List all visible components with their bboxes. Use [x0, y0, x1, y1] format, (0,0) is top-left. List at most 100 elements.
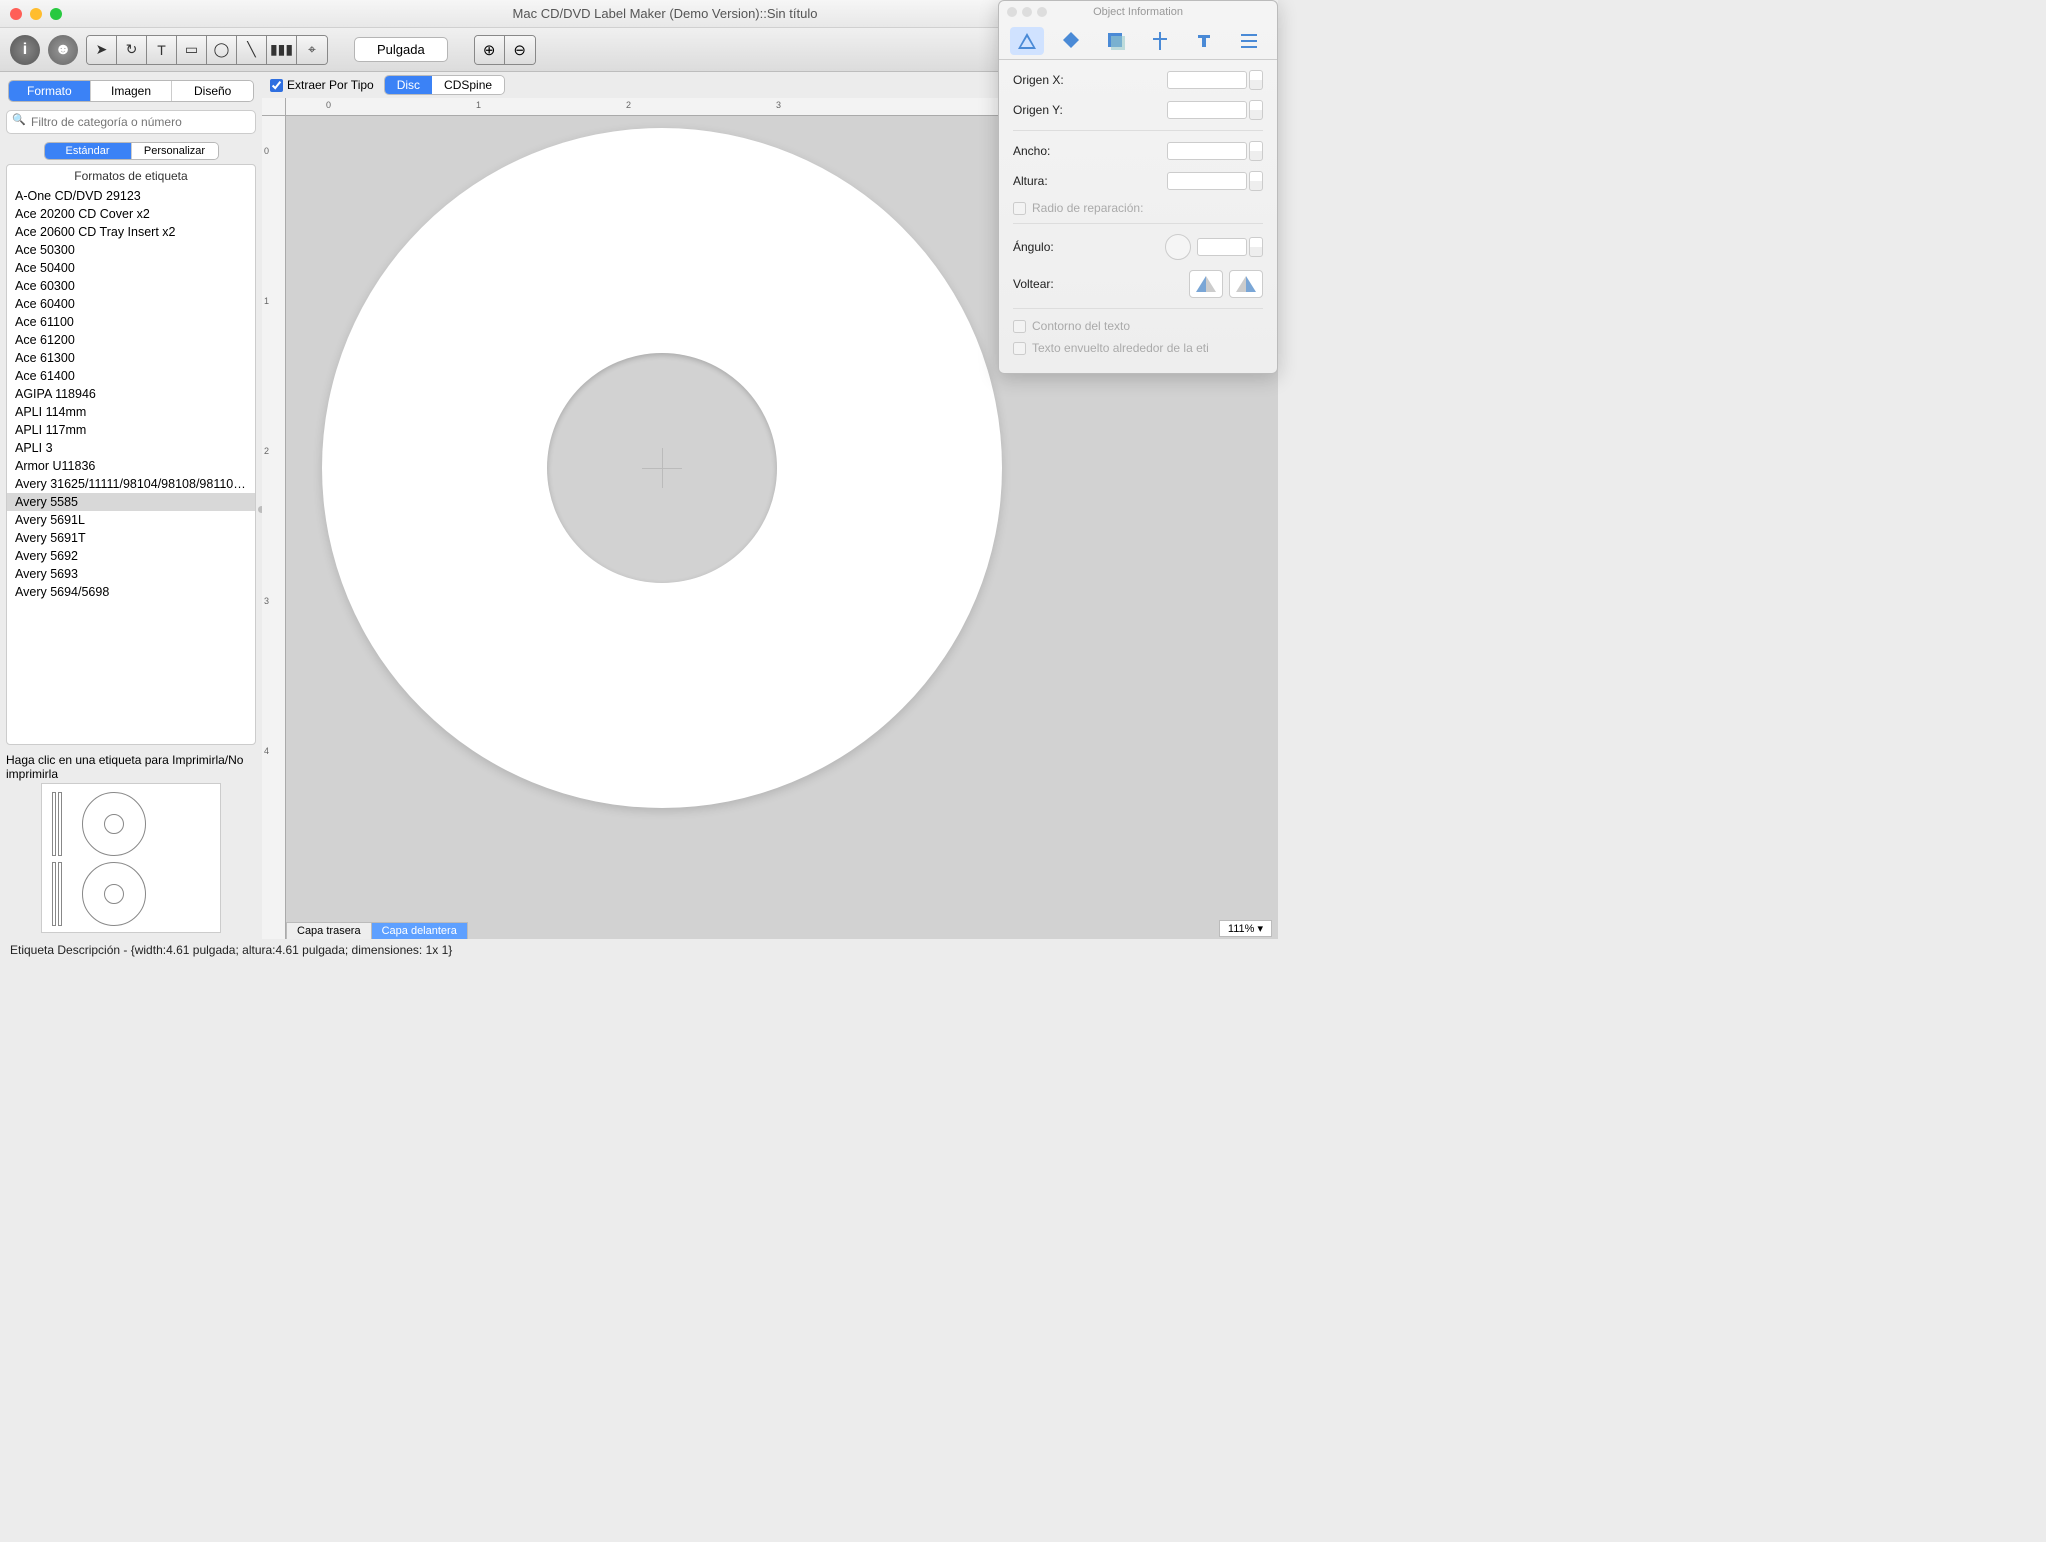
barcode-tool[interactable]: ▮▮▮: [267, 36, 297, 64]
inspector-title: Object Information: [1093, 6, 1183, 18]
angulo-input[interactable]: [1197, 238, 1247, 256]
inspector-tab-shadow-icon[interactable]: [1099, 27, 1133, 55]
list-item[interactable]: Avery 5691L: [7, 511, 255, 529]
envuelto-label: Texto envuelto alrededor de la eti: [1032, 341, 1209, 355]
flip-horizontal-button[interactable]: [1189, 270, 1223, 298]
inspector-tab-transform-icon[interactable]: [1010, 27, 1044, 55]
list-item[interactable]: A-One CD/DVD 29123: [7, 187, 255, 205]
format-type-tabs: Estándar Personalizar: [44, 142, 219, 160]
extract-label: Extraer Por Tipo: [287, 78, 374, 92]
origin-y-stepper[interactable]: [1249, 100, 1263, 120]
format-list: Formatos de etiqueta A-One CD/DVD 29123A…: [6, 164, 256, 745]
tab-formato[interactable]: Formato: [9, 81, 91, 101]
angulo-stepper[interactable]: [1249, 237, 1263, 257]
tool-group: ➤ ↻ T ▭ ◯ ╲ ▮▮▮ ⌖: [86, 35, 328, 65]
rect-tool[interactable]: ▭: [177, 36, 207, 64]
angle-dial[interactable]: [1165, 234, 1191, 260]
zoom-out-icon[interactable]: ⊖: [505, 36, 535, 64]
tab-diseno[interactable]: Diseño: [172, 81, 253, 101]
list-item[interactable]: Avery 5694/5698: [7, 583, 255, 601]
window-controls: [10, 8, 62, 20]
list-item[interactable]: Ace 50300: [7, 241, 255, 259]
zoom-icon[interactable]: [50, 8, 62, 20]
ancho-label: Ancho:: [1013, 144, 1167, 158]
flip-vertical-button[interactable]: [1229, 270, 1263, 298]
list-item[interactable]: Ace 61100: [7, 313, 255, 331]
tab-personalizar[interactable]: Personalizar: [132, 143, 218, 159]
origin-x-input[interactable]: [1167, 71, 1247, 89]
origin-x-stepper[interactable]: [1249, 70, 1263, 90]
list-item[interactable]: Ace 61200: [7, 331, 255, 349]
list-item[interactable]: Avery 5585: [7, 493, 255, 511]
list-item[interactable]: Avery 31625/11111/98104/98108/98110 STC: [7, 475, 255, 493]
zoom-in-icon[interactable]: ⊕: [475, 36, 505, 64]
contorno-label: Contorno del texto: [1032, 319, 1130, 333]
list-item[interactable]: Ace 50400: [7, 259, 255, 277]
format-list-body[interactable]: A-One CD/DVD 29123Ace 20200 CD Cover x2A…: [7, 187, 255, 744]
unit-button[interactable]: Pulgada: [354, 37, 448, 62]
list-item[interactable]: Ace 60400: [7, 295, 255, 313]
tab-capa-trasera[interactable]: Capa trasera: [286, 922, 372, 939]
ancho-stepper[interactable]: [1249, 141, 1263, 161]
tab-cdspine[interactable]: CDSpine: [432, 76, 504, 94]
origin-x-label: Origen X:: [1013, 73, 1167, 87]
tab-disc[interactable]: Disc: [385, 76, 432, 94]
ruler-v-tick: 1: [264, 296, 269, 306]
pointer-tool[interactable]: ➤: [87, 36, 117, 64]
preview-label: Haga clic en una etiqueta para Imprimirl…: [6, 753, 256, 781]
line-tool[interactable]: ╲: [237, 36, 267, 64]
stamp-tool[interactable]: ⌖: [297, 36, 327, 64]
zoom-indicator[interactable]: 111% ▾: [1219, 920, 1272, 937]
list-item[interactable]: Ace 20200 CD Cover x2: [7, 205, 255, 223]
ruler-corner: [262, 98, 286, 116]
ruler-h-tick: 0: [326, 100, 331, 110]
voltear-label: Voltear:: [1013, 277, 1183, 291]
list-item[interactable]: APLI 117mm: [7, 421, 255, 439]
altura-label: Altura:: [1013, 174, 1167, 188]
zoom-group: ⊕ ⊖: [474, 35, 536, 65]
extract-checkbox-wrap[interactable]: Extraer Por Tipo: [270, 78, 374, 92]
text-tool[interactable]: T: [147, 36, 177, 64]
list-item[interactable]: Armor U11836: [7, 457, 255, 475]
inspector-tab-text-icon[interactable]: [1187, 27, 1221, 55]
search-input[interactable]: [6, 110, 256, 134]
altura-input[interactable]: [1167, 172, 1247, 190]
tab-estandar[interactable]: Estándar: [45, 143, 132, 159]
disc-label[interactable]: [322, 128, 1002, 808]
list-item[interactable]: Avery 5691T: [7, 529, 255, 547]
list-item[interactable]: APLI 114mm: [7, 403, 255, 421]
inspector-titlebar[interactable]: Object Information: [999, 1, 1277, 23]
inspector-panel: Object Information Origen X: Origen Y: A…: [998, 0, 1278, 374]
mask-icon[interactable]: ☻: [48, 35, 78, 65]
tab-imagen[interactable]: Imagen: [91, 81, 173, 101]
rotate-tool[interactable]: ↻: [117, 36, 147, 64]
origin-y-label: Origen Y:: [1013, 103, 1167, 117]
list-item[interactable]: Ace 61400: [7, 367, 255, 385]
layout-preview[interactable]: [41, 783, 221, 933]
list-item[interactable]: Ace 20600 CD Tray Insert x2: [7, 223, 255, 241]
ruler-v-tick: 2: [264, 446, 269, 456]
list-item[interactable]: Avery 5693: [7, 565, 255, 583]
radio-checkbox: [1013, 202, 1026, 215]
panel-tabs: Formato Imagen Diseño: [8, 80, 254, 102]
list-item[interactable]: APLI 3: [7, 439, 255, 457]
inspector-tab-fill-icon[interactable]: [1054, 27, 1088, 55]
tab-capa-delantera[interactable]: Capa delantera: [371, 922, 468, 939]
inspector-tab-align-icon[interactable]: [1143, 27, 1177, 55]
inspector-tab-list-icon[interactable]: [1232, 27, 1266, 55]
extract-checkbox[interactable]: [270, 79, 283, 92]
ruler-h-tick: 3: [776, 100, 781, 110]
list-item[interactable]: AGIPA 118946: [7, 385, 255, 403]
list-item[interactable]: Ace 60300: [7, 277, 255, 295]
close-icon[interactable]: [10, 8, 22, 20]
origin-y-input[interactable]: [1167, 101, 1247, 119]
ruler-v-tick: 3: [264, 596, 269, 606]
list-item[interactable]: Avery 5692: [7, 547, 255, 565]
info-icon[interactable]: i: [10, 35, 40, 65]
ancho-input[interactable]: [1167, 142, 1247, 160]
altura-stepper[interactable]: [1249, 171, 1263, 191]
ellipse-tool[interactable]: ◯: [207, 36, 237, 64]
list-item[interactable]: Ace 61300: [7, 349, 255, 367]
ruler-vertical: 0 1 2 3 4: [262, 116, 286, 939]
minimize-icon[interactable]: [30, 8, 42, 20]
